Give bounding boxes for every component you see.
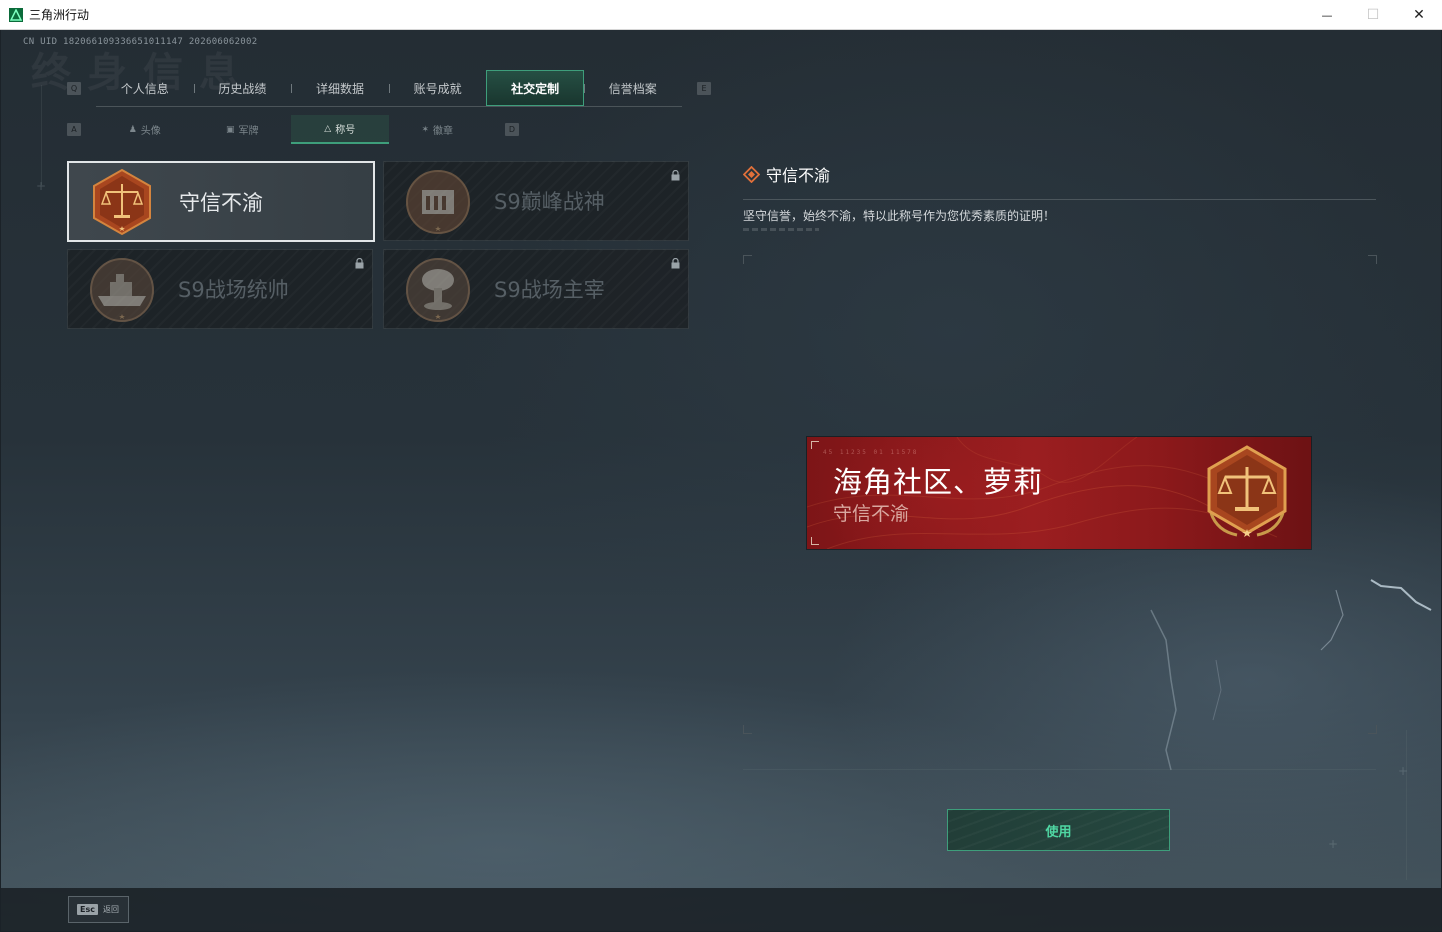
banner-code: 45 11235 01 11578 [823, 449, 919, 456]
title-card-s9-peak[interactable]: S9巅峰战神 [383, 161, 689, 241]
bottom-bar [1, 888, 1441, 931]
close-button[interactable]: ✕ [1396, 0, 1442, 30]
use-title-button[interactable]: 使用 [947, 809, 1170, 851]
subtab-badge-label: 徽章 [433, 126, 454, 137]
frame-corner [1368, 725, 1377, 734]
tab-social-custom[interactable]: 社交定制 [486, 70, 584, 106]
back-button[interactable]: Esc 返回 [68, 896, 129, 923]
title-card-s9-commander[interactable]: S9战场统帅 [67, 249, 373, 329]
title-card-name: S9战场统帅 [178, 278, 289, 302]
title-banner-preview: 45 11235 01 11578 海角社区、萝莉 守信不渝 [807, 437, 1311, 549]
detail-description: 坚守信誉，始终不渝，特以此称号作为您优秀素质的证明！ [743, 209, 1056, 223]
subtab-title[interactable]: △ 称号 [291, 115, 389, 144]
subtab-prev-key[interactable]: A [67, 123, 81, 136]
fortress-emblem-icon [406, 170, 470, 234]
tab-match-history[interactable]: 历史战绩 [193, 70, 292, 106]
game-screen: + + + 终身信息 CN UID 182066109336651011147 … [1, 30, 1441, 931]
warship-emblem-icon [90, 258, 154, 322]
detail-divider [743, 199, 1376, 200]
lock-icon [355, 258, 364, 269]
esc-key: Esc [77, 904, 98, 915]
maximize-icon: ☐ [1366, 7, 1380, 23]
frame-corner [743, 725, 752, 734]
tab-detailed-stats[interactable]: 详细数据 [291, 70, 389, 106]
banner-player-name: 海角社区、萝莉 [833, 465, 1044, 499]
window-titlebar: 三角洲行动 — ☐ ✕ [0, 0, 1442, 30]
frame-corner [743, 255, 752, 264]
tab-next-key[interactable]: E [697, 82, 711, 95]
main-tab-bar: 个人信息 历史战绩 详细数据 账号成就 社交定制 信誉档案 [96, 70, 682, 107]
sub-tab-bar: ♟ 头像 ▣ 军牌 △ 称号 ✶ 徽章 [96, 115, 486, 144]
decor-dashes [743, 228, 819, 231]
title-card-s9-dominator[interactable]: S9战场主宰 [383, 249, 689, 329]
player-uid: CN UID 182066109336651011147 20260606200… [23, 37, 258, 47]
person-icon: ♟ [128, 124, 137, 135]
tab-achievements[interactable]: 账号成就 [388, 70, 487, 106]
frame-corner [1368, 255, 1377, 264]
wings-icon: ✶ [421, 124, 430, 135]
window-title: 三角洲行动 [29, 8, 90, 22]
tab-prev-key[interactable]: Q [67, 82, 81, 95]
scales-emblem-icon [93, 168, 151, 236]
mushroom-cloud-emblem-icon [406, 258, 470, 322]
subtab-avatar[interactable]: ♟ 头像 [96, 115, 194, 144]
subtab-title-label: 称号 [335, 125, 356, 136]
title-card-name: S9巅峰战神 [494, 190, 605, 214]
lock-icon [671, 258, 680, 269]
triangle-icon: △ [324, 123, 332, 134]
lock-icon [671, 170, 680, 181]
tab-reputation[interactable]: 信誉档案 [583, 70, 682, 106]
banner-corner [811, 441, 819, 449]
scales-emblem-icon [1207, 445, 1287, 537]
tab-personal-info[interactable]: 个人信息 [96, 70, 194, 106]
app-logo-icon [9, 7, 23, 22]
close-icon: ✕ [1413, 7, 1425, 23]
decor-line [743, 769, 1376, 770]
detail-title: 守信不渝 [766, 166, 831, 185]
title-card-name: S9战场主宰 [494, 278, 605, 302]
subtab-dogtag[interactable]: ▣ 军牌 [194, 115, 292, 144]
back-label: 返回 [102, 905, 119, 914]
maximize-button[interactable]: ☐ [1350, 0, 1396, 30]
subtab-next-key[interactable]: D [505, 123, 519, 136]
minimize-button[interactable]: — [1304, 0, 1350, 30]
use-button-label: 使用 [1045, 824, 1072, 840]
subtab-dogtag-label: 军牌 [238, 126, 259, 137]
banner-corner [811, 537, 819, 545]
subtab-avatar-label: 头像 [140, 126, 161, 137]
detail-header: 守信不渝 [743, 162, 830, 186]
diamond-icon [743, 165, 760, 183]
minimize-icon: — [1321, 8, 1333, 22]
title-card-shouxin[interactable]: 守信不渝 [67, 161, 375, 242]
banner-title: 守信不渝 [833, 503, 910, 525]
decor-line [41, 85, 42, 185]
dogtag-icon: ▣ [225, 124, 235, 135]
crosshair-icon: + [36, 179, 47, 193]
title-card-name: 守信不渝 [179, 191, 263, 215]
subtab-badge[interactable]: ✶ 徽章 [389, 115, 487, 144]
